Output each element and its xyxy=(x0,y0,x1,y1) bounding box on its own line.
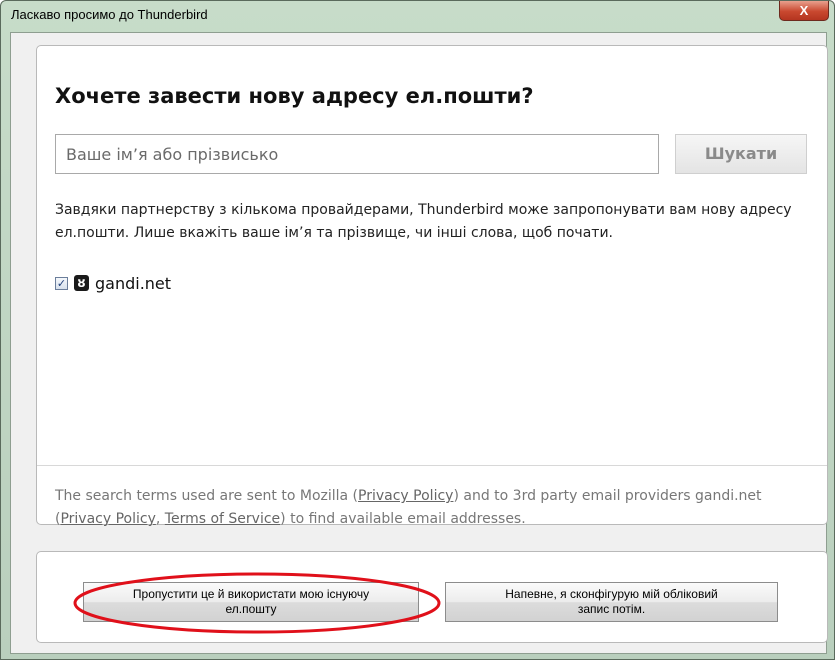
search-button[interactable]: Шукати xyxy=(675,134,807,174)
privacy-text: , xyxy=(155,511,165,527)
privacy-notice: The search terms used are sent to Mozill… xyxy=(55,485,815,531)
provider-label: gandi.net xyxy=(95,273,172,293)
gandi-logo-icon: ȣ xyxy=(74,275,89,291)
red-highlight-ellipse xyxy=(73,572,441,634)
privacy-text: ) to find available email addresses. xyxy=(280,511,526,527)
action-panel: Пропустити це й використати мою існуючу … xyxy=(36,551,828,643)
privacy-text: The search terms used are sent to Mozill… xyxy=(55,488,359,504)
button-label: Напевне, я сконфігурую мій обліковий xyxy=(505,587,718,601)
close-button[interactable]: X xyxy=(779,1,829,21)
highlight-ellipse-shape xyxy=(73,572,441,634)
divider xyxy=(37,465,827,466)
dialog-content: Хочете завести нову адресу ел.пошти? Шук… xyxy=(10,32,828,654)
name-search-input[interactable] xyxy=(55,134,659,174)
title-bar[interactable]: Ласкаво просимо до Thunderbird X xyxy=(1,1,834,31)
configure-later-button[interactable]: Напевне, я сконфігурую мій обліковий зап… xyxy=(445,582,778,622)
mozilla-privacy-policy-link[interactable]: Privacy Policy xyxy=(358,488,453,504)
description-text: Завдяки партнерству з кількома провайдер… xyxy=(55,202,792,241)
provider-item-gandi[interactable]: ✓ ȣ gandi.net xyxy=(55,272,171,294)
dialog-window: Ласкаво просимо до Thunderbird X Хочете … xyxy=(0,0,835,660)
window-title: Ласкаво просимо до Thunderbird xyxy=(11,7,208,22)
button-label: запис потім. xyxy=(577,602,646,616)
gandi-terms-of-service-link[interactable]: Terms of Service xyxy=(165,511,280,527)
page-title: Хочете завести нову адресу ел.пошти? xyxy=(55,84,534,108)
gandi-privacy-policy-link[interactable]: Privacy Policy xyxy=(60,511,155,527)
provider-checkbox[interactable]: ✓ xyxy=(55,276,68,290)
new-account-panel: Хочете завести нову адресу ел.пошти? Шук… xyxy=(36,45,828,527)
